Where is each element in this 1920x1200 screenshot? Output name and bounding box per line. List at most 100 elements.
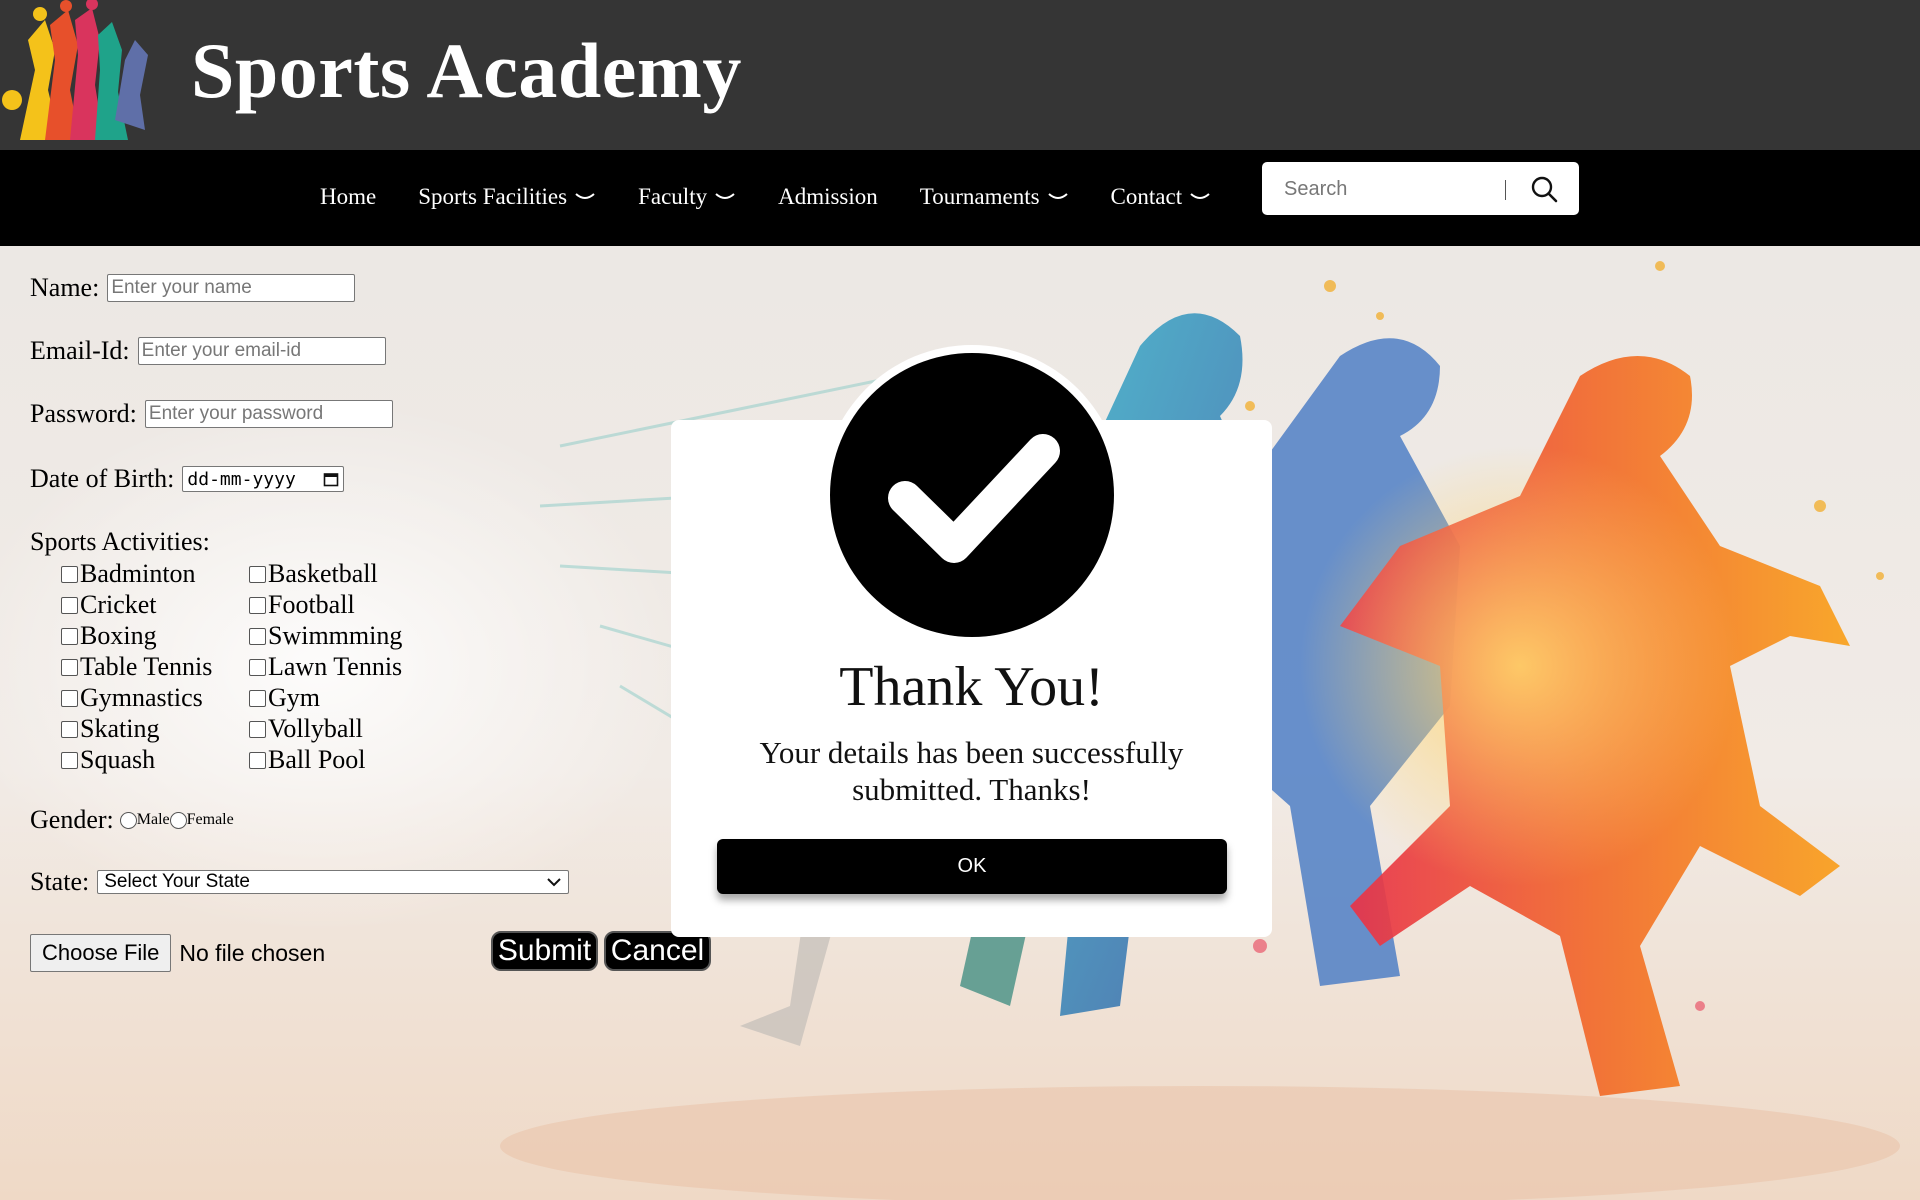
dob-value: dd-mm-yyyy — [187, 468, 296, 490]
checkbox-label: Swimmming — [268, 621, 403, 650]
nav-item-tournaments[interactable]: Tournaments — [920, 184, 1069, 210]
name-label: Name: — [30, 273, 100, 302]
state-select[interactable]: Select Your State — [97, 870, 570, 894]
nav-item-sports-facilities[interactable]: Sports Facilities — [418, 184, 596, 210]
email-input[interactable] — [137, 337, 386, 365]
chevron-down-icon — [575, 193, 595, 199]
check-icon-circle — [830, 353, 1114, 637]
search-icon[interactable] — [1530, 175, 1558, 203]
checkbox[interactable] — [249, 751, 266, 769]
main-nav: Home Sports Facilities Faculty Admission… — [0, 150, 1920, 246]
file-row: Choose File No file chosen — [30, 934, 325, 972]
state-label: State: — [30, 867, 90, 896]
dob-input[interactable]: dd-mm-yyyy — [182, 466, 345, 492]
checkbox[interactable] — [61, 658, 78, 676]
choose-file-button[interactable]: Choose File — [30, 934, 172, 972]
name-input[interactable] — [107, 274, 356, 302]
nav-item-label: Sports Facilities — [418, 184, 568, 209]
nav-item-faculty[interactable]: Faculty — [638, 184, 736, 210]
state-row: State: Select Your State — [30, 867, 570, 897]
submit-button[interactable]: Submit — [491, 931, 598, 971]
checkbox[interactable] — [249, 596, 266, 614]
checkbox[interactable] — [61, 751, 78, 769]
calendar-icon[interactable] — [323, 471, 339, 487]
checkbox-volleyball[interactable]: Vollyball — [249, 714, 363, 744]
checkbox-label: Ball Pool — [268, 745, 366, 774]
checkbox-label: Vollyball — [268, 714, 363, 743]
gender-row: Gender: Male Female — [30, 805, 234, 835]
checkbox-label: Basketball — [268, 559, 378, 588]
radio-male-label: Male — [136, 811, 170, 828]
password-label: Password: — [30, 399, 137, 428]
logo[interactable] — [0, 0, 152, 148]
radio-female[interactable] — [169, 811, 187, 829]
site-header: Sports Academy — [0, 0, 1920, 150]
search-divider — [1505, 180, 1506, 200]
sports-row: Sports Activities: — [30, 527, 210, 557]
password-row: Password: — [30, 399, 393, 429]
sports-label: Sports Activities: — [30, 527, 210, 556]
chevron-down-icon — [1047, 193, 1068, 199]
checkbox[interactable] — [249, 658, 266, 676]
checkbox[interactable] — [249, 565, 266, 583]
nav-item-label: Faculty — [638, 184, 708, 209]
nav-item-label: Tournaments — [919, 184, 1040, 209]
checkbox[interactable] — [249, 689, 266, 707]
dob-row: Date of Birth: dd-mm-yyyy — [30, 464, 345, 494]
checkbox[interactable] — [61, 627, 78, 645]
nav-item-label: Home — [320, 184, 377, 209]
checkbox-label: Boxing — [80, 621, 157, 650]
checkbox-label: Cricket — [80, 590, 157, 619]
nav-item-admission[interactable]: Admission — [778, 184, 878, 210]
checkbox-label: Badminton — [80, 559, 196, 588]
checkbox-badminton[interactable]: Badminton — [61, 559, 196, 589]
nav-item-label: Contact — [1110, 184, 1183, 209]
email-label: Email-Id: — [30, 336, 130, 365]
checkbox-skating[interactable]: Skating — [61, 714, 159, 744]
gender-label: Gender: — [30, 805, 114, 834]
checkbox-label: Gym — [268, 683, 320, 712]
modal-title: Thank You! — [839, 656, 1104, 718]
checkbox-lawn-tennis[interactable]: Lawn Tennis — [249, 652, 402, 682]
checkbox-boxing[interactable]: Boxing — [61, 621, 157, 651]
chevron-down-icon — [715, 193, 735, 199]
ok-button[interactable]: OK — [717, 839, 1227, 894]
checkbox-gymnastics[interactable]: Gymnastics — [61, 683, 203, 713]
checkbox-label: Lawn Tennis — [268, 652, 403, 681]
checkbox-label: Football — [268, 590, 355, 619]
checkbox-ball-pool[interactable]: Ball Pool — [249, 745, 366, 775]
checkbox-swimming[interactable]: Swimmming — [249, 621, 402, 651]
checkbox-basketball[interactable]: Basketball — [249, 559, 378, 589]
nav-item-label: Admission — [778, 184, 878, 209]
nav-item-home[interactable]: Home — [320, 184, 376, 210]
cancel-button[interactable]: Cancel — [604, 931, 711, 971]
file-status: No file chosen — [179, 939, 326, 966]
nav-item-contact[interactable]: Contact — [1111, 184, 1212, 210]
checkbox-gym[interactable]: Gym — [249, 683, 320, 713]
site-title: Sports Academy — [191, 27, 742, 114]
state-select-value: Select Your State — [104, 871, 250, 892]
checkbox-label: Gymnastics — [80, 683, 203, 712]
modal-message: Your details has been successfully submi… — [759, 735, 1184, 807]
search-input[interactable] — [1282, 172, 1516, 206]
chevron-down-icon — [547, 878, 561, 887]
checkbox-label: Skating — [80, 714, 160, 743]
radio-male[interactable] — [119, 811, 137, 829]
checkbox[interactable] — [61, 565, 78, 583]
dob-label: Date of Birth: — [30, 464, 175, 493]
check-icon — [888, 434, 1060, 563]
checkbox-table-tennis[interactable]: Table Tennis — [61, 652, 212, 682]
checkbox[interactable] — [61, 596, 78, 614]
checkbox-squash[interactable]: Squash — [61, 745, 155, 775]
checkbox[interactable] — [61, 720, 78, 738]
nav-menu: Home Sports Facilities Faculty Admission… — [320, 172, 1253, 222]
password-input[interactable] — [144, 400, 393, 428]
checkbox-cricket[interactable]: Cricket — [61, 590, 157, 620]
checkbox-label: Table Tennis — [80, 652, 213, 681]
checkbox-football[interactable]: Football — [249, 590, 355, 620]
checkbox[interactable] — [61, 689, 78, 707]
checkbox[interactable] — [249, 720, 266, 738]
email-row: Email-Id: — [30, 336, 386, 366]
checkbox[interactable] — [249, 627, 266, 645]
search-box — [1262, 162, 1579, 215]
